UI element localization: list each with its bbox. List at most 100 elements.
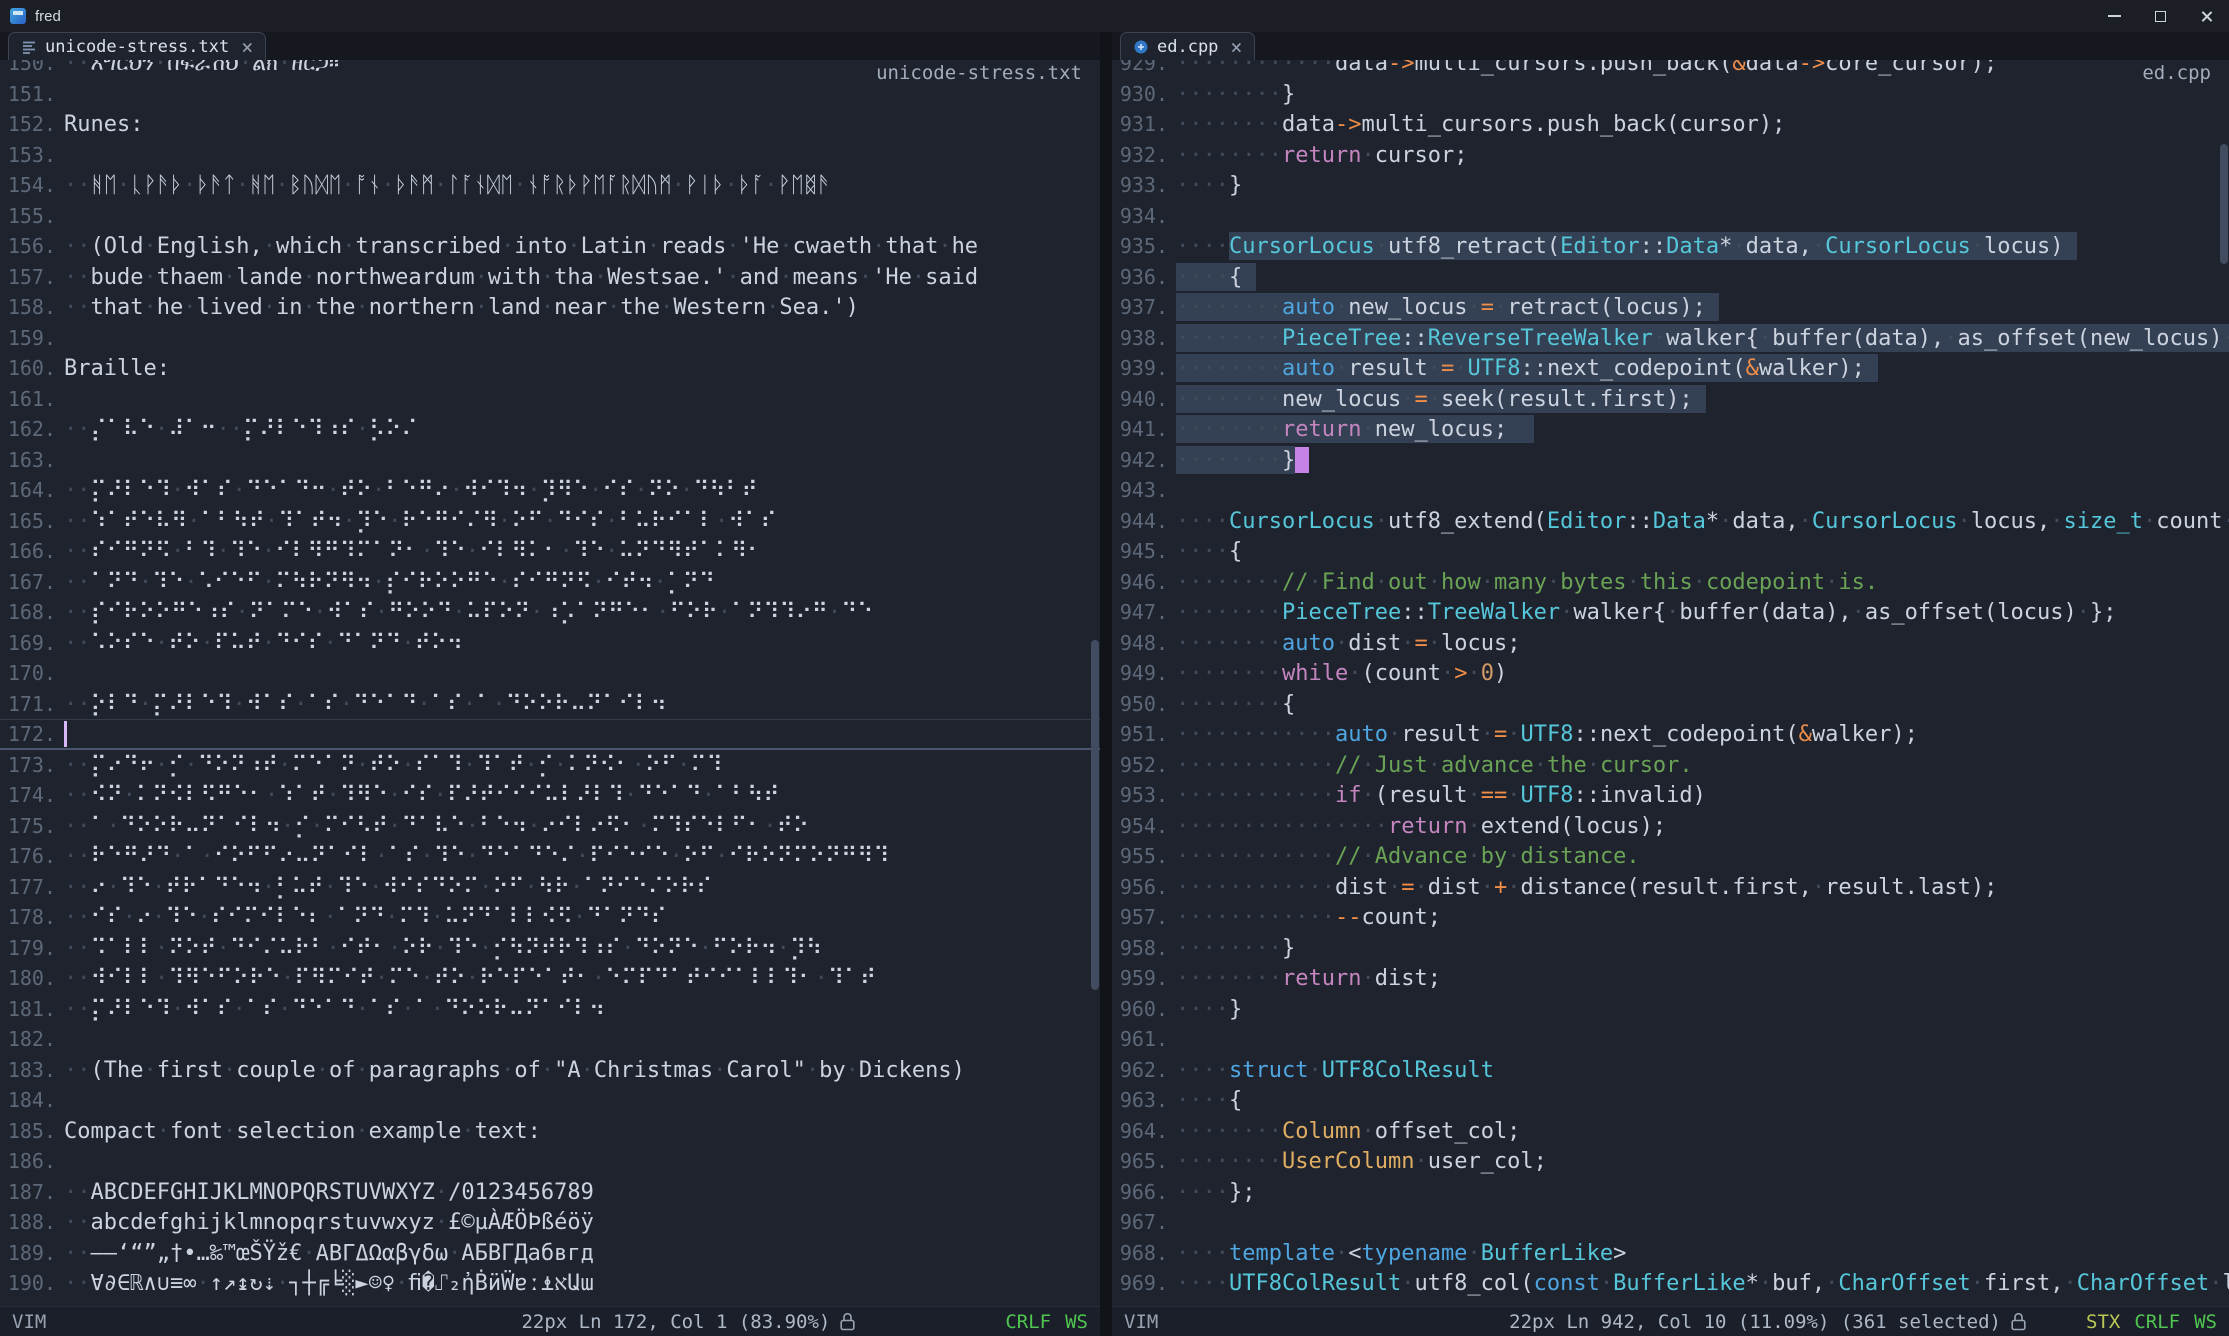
- code-line[interactable]: 182.: [0, 1024, 1100, 1055]
- code-line[interactable]: 938.········PieceTree::ReverseTreeWalker…: [1112, 323, 2229, 354]
- code-line[interactable]: 967.: [1112, 1207, 2229, 1238]
- text-area-right[interactable]: ed.cpp 929.············data->multi_curso…: [1112, 60, 2229, 1306]
- code-line[interactable]: 171.··⡕⠇⠙·⡍⠜⠇⠑⠹·⠺⠁⠎·⠁⠎·⠙⠑⠁⠙·⠁⠎·⠁·⠙⠕⠕⠗⠤⠝⠁…: [0, 689, 1100, 720]
- code-line[interactable]: 158.··that·he·lived·in·the·northern·land…: [0, 292, 1100, 323]
- tab-close-icon[interactable]: ×: [237, 37, 253, 57]
- code-line[interactable]: 951.············auto·result·=·UTF8::next…: [1112, 719, 2229, 750]
- code-line[interactable]: 968.····template·<typename·BufferLike>: [1112, 1238, 2229, 1269]
- code-line[interactable]: 189.··–—‘“”„†•…‰™œŠŸž€·ΑΒΓΔΩαβγδω·АБВГДа…: [0, 1238, 1100, 1269]
- status-flag-crlf[interactable]: CRLF: [2134, 1311, 2180, 1333]
- scrollbar-thumb[interactable]: [1091, 640, 1099, 990]
- code-line[interactable]: 969.····UTF8ColResult·utf8_col(const·Buf…: [1112, 1268, 2229, 1299]
- code-line[interactable]: 950.········{: [1112, 689, 2229, 720]
- code-line[interactable]: 163.: [0, 445, 1100, 476]
- minimize-button[interactable]: [2091, 0, 2137, 32]
- code-line[interactable]: 953.············if·(result·==·UTF8::inva…: [1112, 780, 2229, 811]
- code-line[interactable]: 942.········}: [1112, 445, 2229, 476]
- code-line[interactable]: 944.····CursorLocus·utf8_extend(Editor::…: [1112, 506, 2229, 537]
- code-line[interactable]: 187.··ABCDEFGHIJKLMNOPQRSTUVWXYZ·/012345…: [0, 1177, 1100, 1208]
- code-line[interactable]: 154.··ᚻᛖ·ᚳᚹᚫᚦ·ᚦᚫᛏ·ᚻᛖ·ᛒᚢᛞᛖ·ᚩᚾ·ᚦᚫᛗ·ᛚᚪᚾᛞᛖ·ᚾ…: [0, 170, 1100, 201]
- code-line[interactable]: 930.········}: [1112, 79, 2229, 110]
- tab-close-icon[interactable]: ×: [1226, 37, 1242, 57]
- code-line[interactable]: 966.····};: [1112, 1177, 2229, 1208]
- text-area-left[interactable]: unicode-stress.txt 150.··እግርህን·በፍራሽህ·ልክ·…: [0, 60, 1100, 1306]
- code-line[interactable]: 964.········Column·offset_col;: [1112, 1116, 2229, 1147]
- status-flag-ws[interactable]: WS: [2194, 1311, 2217, 1333]
- code-line[interactable]: 175.··⠁·⠙⠕⠕⠗⠤⠝⠁⠊⠇⠲·⡊·⠍⠊⠣⠞·⠙⠁⠧⠑·⠃⠑⠲·⠔⠊⠇⠔⠫…: [0, 811, 1100, 842]
- code-line[interactable]: 935.····CursorLocus·utf8_retract(Editor:…: [1112, 231, 2229, 262]
- status-flag-stx[interactable]: STX: [2086, 1311, 2120, 1333]
- code-line[interactable]: 155.: [0, 201, 1100, 232]
- code-line[interactable]: 152.Runes:: [0, 109, 1100, 140]
- code-line[interactable]: 946.········//·Find·out·how·many·bytes·t…: [1112, 567, 2229, 598]
- code-line[interactable]: 955.············//·Advance·by·distance.: [1112, 841, 2229, 872]
- code-line[interactable]: 185.Compact·font·selection·example·text:: [0, 1116, 1100, 1147]
- code-line[interactable]: 176.··⠗⠑⠛⠜⠙·⠁·⠊⠕⠋⠋⠔⠤⠝⠁⠊⠇·⠁⠎·⠹⠑·⠙⠑⠁⠙⠑⠌·⠏⠊…: [0, 841, 1100, 872]
- code-line[interactable]: 932.········return·cursor;: [1112, 140, 2229, 171]
- code-line[interactable]: 161.: [0, 384, 1100, 415]
- code-line[interactable]: 931.········data->multi_cursors.push_bac…: [1112, 109, 2229, 140]
- code-line[interactable]: 180.··⠺⠊⠇⠇·⠹⠻⠑⠋⠕⠗⠑·⠏⠻⠍⠊⠞·⠍⠑·⠞⠕·⠗⠑⠏⠑⠁⠞⠂·⠑…: [0, 963, 1100, 994]
- code-line[interactable]: 941.········return·new_locus;: [1112, 414, 2229, 445]
- code-line[interactable]: 943.: [1112, 475, 2229, 506]
- code-line[interactable]: 188.··abcdefghijklmnopqrstuvwxyz·£©µÀÆÖÞ…: [0, 1207, 1100, 1238]
- code-line[interactable]: 947.········PieceTree::TreeWalker·walker…: [1112, 597, 2229, 628]
- code-line[interactable]: 956.············dist·=·dist·+·distance(r…: [1112, 872, 2229, 903]
- code-line[interactable]: 958.········}: [1112, 933, 2229, 964]
- lock-icon[interactable]: [840, 1312, 855, 1331]
- code-line[interactable]: 929.············data->multi_cursors.push…: [1112, 60, 2229, 79]
- code-line[interactable]: 172.: [0, 719, 1100, 750]
- scrollbar-track[interactable]: [1090, 60, 1100, 1306]
- code-line[interactable]: 954.················return·extend(locus)…: [1112, 811, 2229, 842]
- code-line[interactable]: 170.: [0, 658, 1100, 689]
- code-line[interactable]: 934.: [1112, 201, 2229, 232]
- code-line[interactable]: 937.········auto·new_locus·=·retract(loc…: [1112, 292, 2229, 323]
- status-flag-crlf[interactable]: CRLF: [1005, 1311, 1051, 1333]
- scrollbar-track[interactable]: [2219, 60, 2229, 1306]
- code-line[interactable]: 939.········auto·result·=·UTF8::next_cod…: [1112, 353, 2229, 384]
- code-line[interactable]: 174.··⠪⠝·⠅⠝⠪⠇⠫⠛⠑⠂·⠱⠁⠞·⠹⠻⠑·⠊⠎·⠏⠜⠞⠊⠊⠊⠥⠇⠜⠇⠹…: [0, 780, 1100, 811]
- code-line[interactable]: 190.··∀∂∈ℝ∧∪≡∞·↑↗↨↻⇣·┐┼╔╘░►☺♀·ﬁ�⑀₂ἠḂӥẄɐː…: [0, 1268, 1100, 1299]
- code-line[interactable]: 936.····{: [1112, 262, 2229, 293]
- status-flag-ws[interactable]: WS: [1065, 1311, 1088, 1333]
- code-line[interactable]: 153.: [0, 140, 1100, 171]
- code-line[interactable]: 168.··⡎⠊⠗⠕⠕⠛⠑⠰⠎·⠝⠁⠍⠑·⠺⠁⠎·⠛⠕⠕⠙·⠥⠏⠕⠝·⠰⡡⠁⠝⠛…: [0, 597, 1100, 628]
- code-line[interactable]: 962.····struct·UTF8ColResult: [1112, 1055, 2229, 1086]
- code-line[interactable]: 173.··⡍⠔⠙⠖·⡊·⠙⠕⠝⠰⠞·⠍⠑⠁⠝·⠞⠕·⠎⠁⠹·⠹⠁⠞·⡊·⠅⠝⠪…: [0, 750, 1100, 781]
- code-line[interactable]: 165.··⠱⠁⠞⠑⠧⠻·⠁⠃⠳⠞·⠹⠁⠞⠲·⡹⠑·⠗⠑⠛⠊⠌⠻·⠕⠋·⠙⠊⠎·…: [0, 506, 1100, 537]
- code-line[interactable]: 169.··⠡⠕⠎⠑·⠞⠕·⠏⠥⠞·⠙⠊⠎·⠙⠁⠝⠙·⠞⠕⠲: [0, 628, 1100, 659]
- code-line[interactable]: 167.··⠁⠝⠙·⠹⠑·⠡⠊⠑⠋·⠍⠳⠗⠝⠻⠲·⡎⠊⠗⠕⠕⠛⠑·⠎⠊⠛⠝⠫·⠊…: [0, 567, 1100, 598]
- code-line[interactable]: 940.········new_locus·=·seek(result.firs…: [1112, 384, 2229, 415]
- code-line[interactable]: 166.··⠎⠊⠛⠝⠫·⠃⠹·⠹⠑·⠊⠇⠻⠛⠹⠍⠁⠝⠂·⠹⠑·⠊⠇⠻⠅⠂·⠹⠑·…: [0, 536, 1100, 567]
- code-line[interactable]: 178.··⠊⠎·⠔·⠹⠑·⠎⠊⠍⠊⠇⠑⠆·⠁⠝⠙·⠍⠹·⠥⠝⠙⠁⠇⠇⠪⠫·⠙⠁…: [0, 902, 1100, 933]
- code-line[interactable]: 945.····{: [1112, 536, 2229, 567]
- code-line[interactable]: 960.····}: [1112, 994, 2229, 1025]
- scrollbar-thumb[interactable]: [2220, 144, 2228, 264]
- code-line[interactable]: 184.: [0, 1085, 1100, 1116]
- code-line[interactable]: 961.: [1112, 1024, 2229, 1055]
- code-line[interactable]: 179.··⠩⠁⠇⠇·⠝⠕⠞·⠙⠊⠌⠥⠗⠃·⠊⠞⠂·⠕⠗·⠹⠑·⡊⠳⠝⠞⠗⠹⠰⠎…: [0, 933, 1100, 964]
- code-line[interactable]: 957.············--count;: [1112, 902, 2229, 933]
- lock-icon[interactable]: [2011, 1312, 2026, 1331]
- code-line[interactable]: 177.··⠔·⠹⠑·⠞⠗⠁⠙⠑⠲·⡃⠥⠞·⠹⠑·⠺⠊⠎⠙⠕⠍·⠕⠋·⠳⠗·⠁⠝…: [0, 872, 1100, 903]
- code-line[interactable]: 963.····{: [1112, 1085, 2229, 1116]
- maximize-button[interactable]: [2137, 0, 2183, 32]
- code-line[interactable]: 948.········auto·dist·=·locus;: [1112, 628, 2229, 659]
- code-line[interactable]: 162.··⡌⠁⠧⠑·⠼⠁⠒··⡍⠜⠇⠑⠹⠰⠎·⡣⠕⠌: [0, 414, 1100, 445]
- code-line[interactable]: 156.··(Old·English,·which·transcribed·in…: [0, 231, 1100, 262]
- code-line[interactable]: 159.: [0, 323, 1100, 354]
- close-button[interactable]: [2183, 0, 2229, 32]
- code-line[interactable]: 186.: [0, 1146, 1100, 1177]
- code-line[interactable]: 181.··⡍⠜⠇⠑⠹·⠺⠁⠎·⠁⠎·⠙⠑⠁⠙·⠁⠎·⠁·⠙⠕⠕⠗⠤⠝⠁⠊⠇⠲: [0, 994, 1100, 1025]
- tab-ed-cpp[interactable]: ed.cpp ×: [1120, 32, 1255, 60]
- code-line[interactable]: 952.············//·Just·advance·the·curs…: [1112, 750, 2229, 781]
- code-line[interactable]: 183.··(The·first·couple·of·paragraphs·of…: [0, 1055, 1100, 1086]
- code-line[interactable]: 157.··bude·thaem·lande·northweardum·with…: [0, 262, 1100, 293]
- code-line[interactable]: 164.··⡍⠜⠇⠑⠹·⠺⠁⠎·⠙⠑⠁⠙⠒·⠞⠕·⠃⠑⠛⠔·⠺⠊⠹⠲·⡹⠻⠑·⠊…: [0, 475, 1100, 506]
- code-line[interactable]: 949.········while·(count·>·0): [1112, 658, 2229, 689]
- code-line[interactable]: 965.········UserColumn·user_col;: [1112, 1146, 2229, 1177]
- code-line[interactable]: 959.········return·dist;: [1112, 963, 2229, 994]
- pane-splitter[interactable]: [1100, 32, 1112, 1336]
- code-line[interactable]: 933.····}: [1112, 170, 2229, 201]
- tab-unicode-stress[interactable]: unicode-stress.txt ×: [8, 32, 266, 60]
